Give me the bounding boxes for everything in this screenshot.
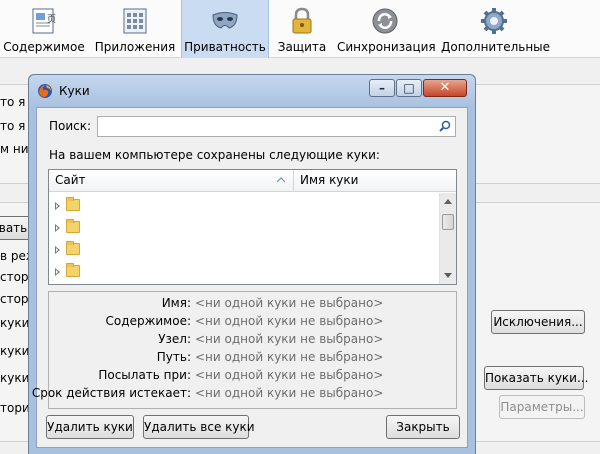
tab-label: Дополнительные — [441, 40, 551, 54]
content-icon: 页 — [32, 8, 56, 34]
applications-icon — [123, 8, 147, 34]
exceptions-button[interactable]: Исключения... — [491, 310, 585, 334]
scroll-up-icon[interactable] — [444, 199, 452, 204]
close-window-button[interactable]: ✕ — [423, 79, 467, 97]
tree-row[interactable] — [49, 239, 438, 261]
dialog-title: Куки — [59, 84, 90, 98]
detail-label: Посылать при: — [98, 368, 191, 382]
search-label: Поиск: — [49, 119, 92, 133]
detail-value: <ни одной куки не выбрано> — [195, 350, 384, 364]
detail-row-send-for: Посылать при: <ни одной куки не выбрано> — [49, 368, 456, 385]
tab-content[interactable]: 页 Содержимое — [0, 0, 88, 58]
tab-applications[interactable]: Приложения — [92, 0, 178, 58]
detail-value: <ни одной куки не выбрано> — [195, 386, 384, 400]
scroll-down-icon[interactable] — [444, 273, 452, 278]
tab-label: Синхронизация — [337, 40, 436, 54]
detail-label: Срок действия истекает: — [31, 386, 191, 400]
detail-value: <ни одной куки не выбрано> — [195, 296, 384, 310]
detail-row-content: Содержимое: <ни одной куки не выбрано> — [49, 314, 456, 331]
folder-icon — [66, 241, 80, 255]
folder-icon — [66, 263, 80, 277]
dialog-content: Поиск: На вашем компьютере сохранены сле… — [32, 107, 468, 448]
search-icon[interactable] — [439, 120, 451, 132]
text-fragment: куки — [0, 344, 30, 358]
tree-scrollbar[interactable] — [439, 193, 456, 284]
cookies-tree[interactable]: Сайт Имя куки — [48, 169, 457, 285]
detail-value: <ни одной куки не выбрано> — [195, 332, 384, 346]
search-field[interactable] — [97, 116, 456, 137]
detail-label: Имя: — [161, 296, 191, 310]
tab-label: Приложения — [94, 40, 176, 54]
folder-icon — [66, 219, 80, 233]
settings-button: Параметры... — [499, 395, 585, 419]
text-fragment: куки — [0, 316, 30, 330]
detail-row-path: Путь: <ни одной куки не выбрано> — [49, 350, 456, 367]
firefox-logo-icon — [38, 84, 52, 98]
detail-value: <ни одной куки не выбрано> — [195, 314, 384, 328]
column-cookie-name[interactable]: Имя куки — [294, 170, 438, 192]
sort-ascending-icon — [277, 177, 285, 183]
minimize-button[interactable]: – — [369, 79, 395, 97]
detail-row-expires: Срок действия истекает: <ни одной куки н… — [32, 386, 456, 403]
expand-twisty-icon[interactable] — [55, 268, 60, 276]
expand-twisty-icon[interactable] — [55, 246, 60, 254]
cookies-description: На вашем компьютере сохранены следующие … — [49, 148, 380, 162]
show-cookies-button[interactable]: Показать куки... — [484, 366, 588, 390]
detail-value: <ни одной куки не выбрано> — [195, 368, 384, 382]
security-lock-icon — [292, 7, 312, 34]
tree-row[interactable] — [49, 261, 438, 282]
detail-label: Содержимое: — [105, 314, 191, 328]
column-site-label: Сайт — [55, 173, 86, 187]
advanced-gear-icon — [481, 8, 507, 34]
cookie-details: Имя: <ни одной куки не выбрано> Содержим… — [32, 291, 457, 409]
detail-label: Путь: — [156, 350, 191, 364]
detail-row-host: Узел: <ни одной куки не выбрано> — [49, 332, 456, 349]
close-icon: ✕ — [439, 80, 451, 95]
close-button[interactable]: Закрыть — [386, 415, 460, 439]
search-input[interactable] — [98, 117, 428, 136]
expand-twisty-icon[interactable] — [55, 224, 60, 232]
folder-icon — [66, 197, 80, 211]
cookies-dialog: Куки – □ ✕ Поиск: На вашем компьютере со… — [28, 74, 476, 454]
column-site[interactable]: Сайт — [49, 170, 294, 192]
privacy-mask-icon — [212, 12, 238, 29]
tab-advanced[interactable]: Дополнительные — [441, 0, 551, 58]
dialog-titlebar[interactable]: Куки – □ ✕ — [29, 75, 475, 107]
svg-text:页: 页 — [47, 14, 56, 25]
tree-header: Сайт Имя куки — [49, 170, 456, 192]
remove-cookie-button[interactable]: Удалить куки — [46, 415, 134, 439]
detail-label: Узел: — [158, 332, 191, 346]
expand-twisty-icon[interactable] — [55, 202, 60, 210]
tab-label: Приватность — [184, 40, 266, 54]
tab-label: Защита — [277, 40, 327, 54]
tree-row[interactable] — [49, 195, 438, 217]
tab-security[interactable]: Защита — [273, 0, 331, 58]
scroll-thumb[interactable] — [442, 214, 454, 230]
tab-label: Содержимое — [3, 40, 85, 54]
tree-row[interactable] — [49, 217, 438, 239]
minimize-icon: – — [379, 81, 385, 95]
column-cookie-name-label: Имя куки — [300, 173, 359, 187]
preferences-toolbar: 页 Содержимое Приложения Приватность Защи… — [0, 0, 600, 58]
tab-sync[interactable]: Синхронизация — [337, 0, 436, 58]
remove-all-cookies-button[interactable]: Удалить все куки — [143, 415, 255, 439]
detail-row-name: Имя: <ни одной куки не выбрано> — [49, 296, 456, 313]
maximize-button[interactable]: □ — [396, 79, 422, 97]
sync-icon — [372, 8, 398, 34]
tab-privacy[interactable]: Приватность — [181, 0, 269, 58]
maximize-icon: □ — [403, 81, 415, 95]
